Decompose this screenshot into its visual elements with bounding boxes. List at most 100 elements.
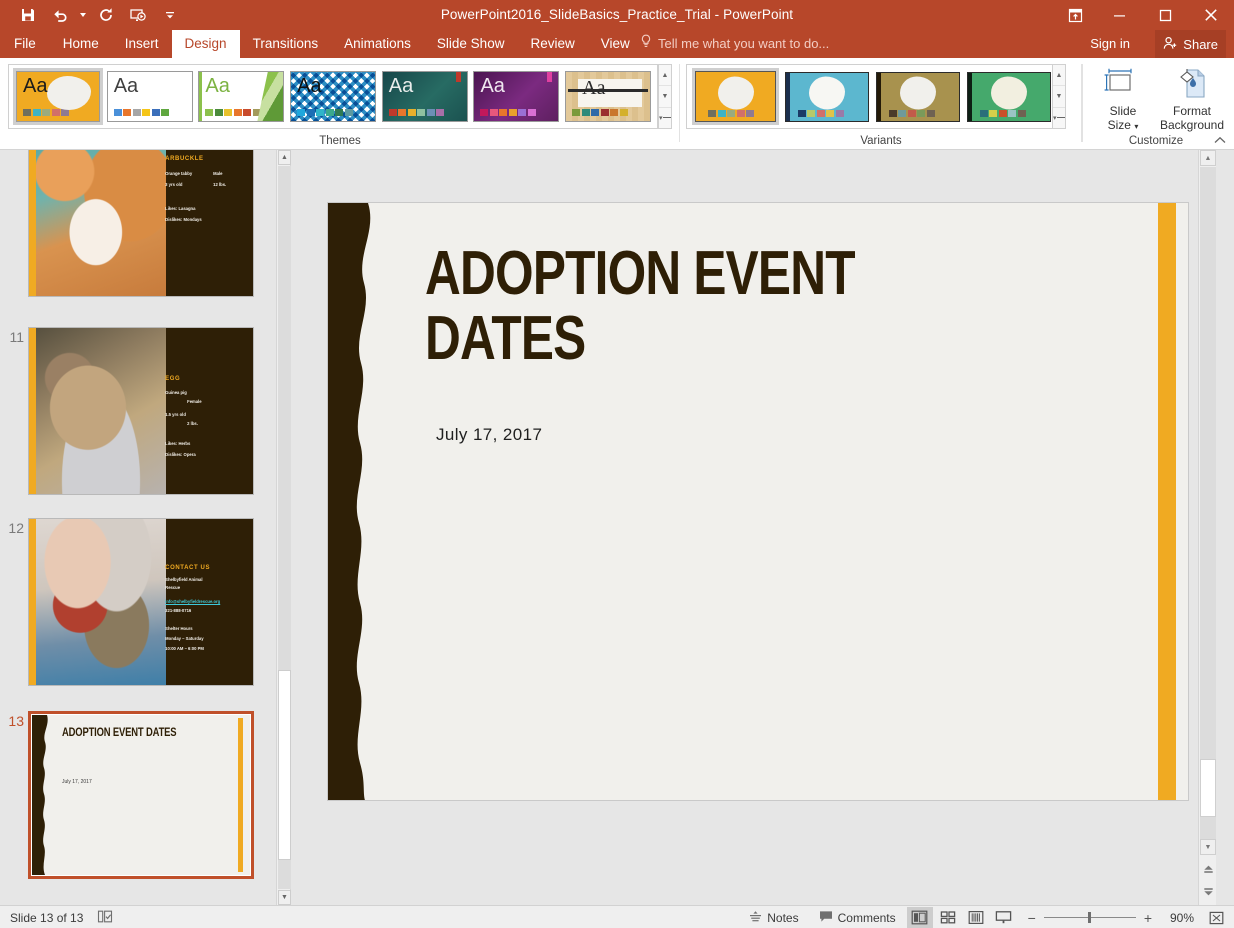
ribbon-display-options-icon[interactable] [1054,0,1096,30]
previous-slide-button[interactable] [1200,862,1216,878]
theme-preview-text: Aa [297,76,321,96]
slide-vertical-scrollbar[interactable]: ▲ ▼ [1198,150,1216,905]
theme-item-berlin[interactable]: Aa [13,68,103,125]
accessibility-checker-icon[interactable] [97,909,113,927]
tab-transitions[interactable]: Transitions [240,30,332,58]
themes-gallery[interactable]: Aa Aa Aa Aa Aa Aa Aa [8,64,658,129]
slide-title-placeholder[interactable]: ADOPTION EVENT DATES [425,241,953,371]
normal-view-button[interactable] [907,907,933,928]
theme-item-badge[interactable]: Aa [472,68,562,125]
themes-more-icon[interactable]: ▾ [659,108,671,128]
sign-in-button[interactable]: Sign in [1090,30,1130,58]
thumbnail-scroll-thumb[interactable] [278,670,291,860]
notes-button[interactable]: Notes [739,906,808,928]
zoom-out-button[interactable]: − [1028,910,1036,926]
thumbnail-scroll-track[interactable] [278,166,291,889]
variants-gallery-scrollbar[interactable]: ▲ ▼ ▾ [1052,64,1066,129]
variants-scroll-up-icon[interactable]: ▲ [1053,65,1065,86]
tab-view[interactable]: View [588,30,643,58]
thumbnail-pane-scrollbar[interactable]: ▲ ▼ [276,150,291,905]
caption-line: 2 lbs. [187,421,198,426]
variant-blob-shape [900,76,936,109]
thumbnail-scroll-up-icon[interactable]: ▲ [278,150,291,165]
variant-item-blue[interactable] [783,68,870,125]
slide-scroll-down-icon[interactable]: ▼ [1200,839,1216,855]
slide-scroll-thumb[interactable] [1200,759,1216,817]
variants-more-icon[interactable]: ▾ [1053,108,1065,128]
share-label: Share [1183,37,1218,52]
slide-editor[interactable]: ADOPTION EVENT DATES July 17, 2017 ▲ ▼ [296,150,1216,905]
tab-animations[interactable]: Animations [331,30,424,58]
reading-view-button[interactable] [963,907,989,928]
theme-swatches [114,109,170,116]
zoom-level[interactable]: 90% [1160,911,1194,925]
theme-preview-text: Aa [23,76,47,96]
slide-scroll-track[interactable] [1200,167,1216,839]
comments-label: Comments [838,911,896,925]
fit-to-window-icon[interactable] [1204,907,1228,928]
zoom-slider-handle[interactable] [1088,912,1091,923]
photo-caption: ARBUCKLE Orange tabby Male 3 yrs old 12 … [161,150,253,296]
ribbon-group-variants: ▲ ▼ ▾ Variants [680,58,1082,150]
caption-line: 321-888-0716 [165,608,191,613]
slide-subtitle-placeholder[interactable]: July 17, 2017 [436,425,542,445]
thumbnail-scroll-down-icon[interactable]: ▼ [278,890,291,905]
slide-size-button[interactable]: Slide Size ▾ [1092,64,1154,134]
tab-file[interactable]: File [0,30,50,58]
share-person-icon [1163,36,1178,53]
collapse-ribbon-icon[interactable] [1212,132,1228,148]
slide-thumbnail-pane[interactable]: ARBUCKLE Orange tabby Male 3 yrs old 12 … [0,150,276,905]
minimize-icon[interactable] [1096,0,1142,30]
work-area: ARBUCKLE Orange tabby Male 3 yrs old 12 … [0,150,1234,905]
zoom-in-button[interactable]: + [1144,910,1152,926]
theme-item-quotable[interactable]: Aa [380,68,470,125]
slide-thumbnail[interactable]: ARBUCKLE Orange tabby Male 3 yrs old 12 … [28,150,254,297]
theme-item-wood-type[interactable]: Aa [563,68,653,125]
caption-email-link[interactable]: info@shelbyfieldrescue.org [165,599,220,604]
restore-icon[interactable] [1142,0,1188,30]
variant-item-orange[interactable] [692,68,779,125]
window-title: PowerPoint2016_SlideBasics_Practice_Tria… [0,0,1234,30]
slide-heading: EGG [165,376,180,382]
slide-show-button[interactable] [991,907,1017,928]
themes-scroll-down-icon[interactable]: ▼ [659,86,671,107]
slide-sorter-view-button[interactable] [935,907,961,928]
caption-line: Shelbyfield Animal [165,577,202,582]
comments-button[interactable]: Comments [809,906,906,928]
variant-item-tan[interactable] [874,68,961,125]
slide-thumbnail[interactable]: EGG Guinea pig Female 1.5 yrs old 2 lbs.… [28,327,254,495]
themes-scroll-up-icon[interactable]: ▲ [659,65,671,86]
themes-gallery-scrollbar[interactable]: ▲ ▼ ▾ [658,64,672,129]
share-button[interactable]: Share [1155,30,1226,58]
group-divider [1082,64,1083,142]
zoom-control[interactable]: − + 90% [1018,910,1204,926]
lightbulb-icon [640,30,652,58]
slide-thumbnail-current[interactable]: ADOPTION EVENT DATES July 17, 2017 [28,711,254,879]
theme-item-facet[interactable]: Aa [197,68,287,125]
ribbon: Aa Aa Aa Aa Aa Aa Aa [0,58,1234,150]
tab-design[interactable]: Design [172,30,240,58]
wave-shape-icon [32,715,54,875]
next-slide-button[interactable] [1200,883,1216,899]
zoom-slider[interactable] [1044,917,1136,918]
tab-home[interactable]: Home [50,30,112,58]
slide-size-dropdown-icon[interactable]: ▾ [1134,122,1138,131]
slide-counter[interactable]: Slide 13 of 13 [10,911,83,925]
slide-canvas[interactable]: ADOPTION EVENT DATES July 17, 2017 [328,203,1188,800]
variant-item-green[interactable] [965,68,1052,125]
slide-thumbnail[interactable]: CONTACT US Shelbyfield Animal Rescue inf… [28,518,254,686]
title-bar: PowerPoint2016_SlideBasics_Practice_Tria… [0,0,1234,30]
tab-insert[interactable]: Insert [112,30,172,58]
close-icon[interactable] [1188,0,1234,30]
theme-item-damask[interactable]: Aa [288,68,378,125]
slide-scroll-up-icon[interactable]: ▲ [1200,150,1216,166]
variants-group-label: Variants [680,135,1082,147]
tab-slide-show[interactable]: Slide Show [424,30,518,58]
tell-me-box[interactable]: Tell me what you want to do... [640,30,829,58]
format-background-button[interactable]: Format Background [1154,64,1230,132]
tab-review[interactable]: Review [517,30,587,58]
notes-icon [749,910,762,926]
variants-scroll-down-icon[interactable]: ▼ [1053,86,1065,107]
variants-gallery[interactable] [686,64,1058,129]
theme-item-office[interactable]: Aa [105,68,195,125]
